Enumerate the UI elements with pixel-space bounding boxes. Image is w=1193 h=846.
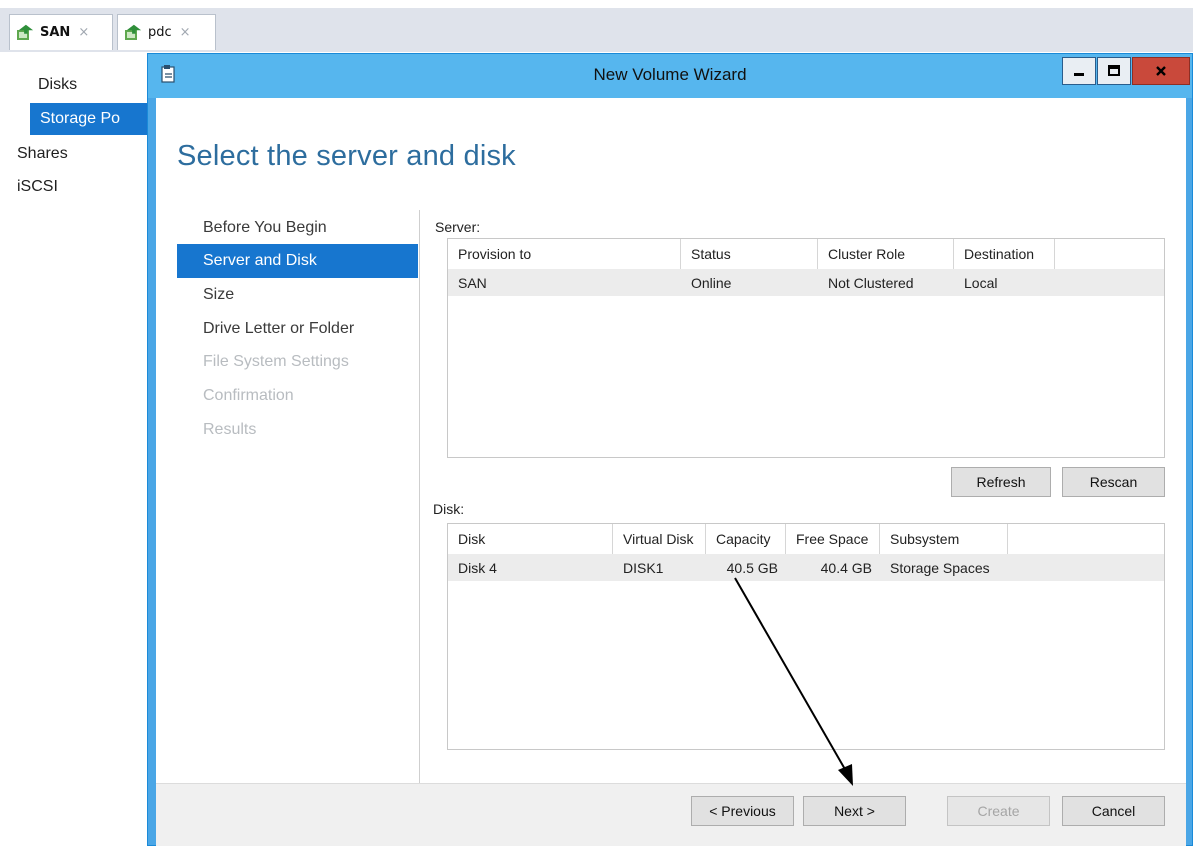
disk-grid-header: Disk Virtual Disk Capacity Free Space Su… <box>448 524 1164 554</box>
table-row[interactable]: SAN Online Not Clustered Local <box>448 269 1164 296</box>
create-button: Create <box>947 796 1050 826</box>
server-grid-header: Provision to Status Cluster Role Destina… <box>448 239 1164 269</box>
server-manager-icon <box>17 24 34 40</box>
cell-capacity: 40.5 GB <box>726 559 778 576</box>
minimize-icon <box>1074 73 1084 76</box>
cell-free-space: 40.4 GB <box>820 559 872 576</box>
disk-grid: Disk Virtual Disk Capacity Free Space Su… <box>447 523 1165 750</box>
tab-label: SAN <box>40 25 71 40</box>
maximize-icon <box>1108 65 1120 76</box>
column-header[interactable]: Free Space <box>786 524 880 554</box>
cell-subsystem: Storage Spaces <box>890 559 990 576</box>
divider <box>419 210 420 795</box>
cell-virtual-disk: DISK1 <box>623 559 664 576</box>
close-icon[interactable]: × <box>180 25 191 40</box>
step-results: Results <box>203 421 257 438</box>
disk-label: Disk: <box>433 501 465 517</box>
cell-destination: Local <box>964 274 998 291</box>
previous-button[interactable]: < Previous <box>691 796 794 826</box>
step-server-and-disk[interactable]: Server and Disk <box>177 244 418 278</box>
cell-provision-to: SAN <box>458 274 487 291</box>
step-file-system-settings: File System Settings <box>203 353 349 370</box>
column-header[interactable]: Capacity <box>706 524 786 554</box>
cell-disk: Disk 4 <box>458 559 497 576</box>
column-header[interactable]: Disk <box>448 524 613 554</box>
title-bar[interactable]: New Volume Wizard <box>148 54 1192 98</box>
rescan-button[interactable]: Rescan <box>1062 467 1165 497</box>
window-title: New Volume Wizard <box>593 65 747 84</box>
new-volume-wizard-window: New Volume Wizard Select the server and … <box>147 53 1193 846</box>
nav-item-iscsi[interactable]: iSCSI <box>0 171 148 203</box>
minimize-button[interactable] <box>1062 57 1096 85</box>
tab-label: pdc <box>148 25 172 40</box>
column-header[interactable]: Status <box>681 239 818 269</box>
step-drive-letter-or-folder[interactable]: Drive Letter or Folder <box>177 312 418 346</box>
server-manager-icon <box>125 24 142 40</box>
maximize-button[interactable] <box>1097 57 1131 85</box>
nav-item-shares[interactable]: Shares <box>0 138 148 170</box>
column-header[interactable]: Subsystem <box>880 524 1008 554</box>
step-size[interactable]: Size <box>177 278 418 312</box>
next-button[interactable]: Next > <box>803 796 906 826</box>
page-title: Select the server and disk <box>177 140 516 172</box>
column-header-filler <box>1055 239 1065 269</box>
nav-item-storage-pools[interactable]: Storage Po <box>30 103 148 135</box>
column-header[interactable]: Cluster Role <box>818 239 954 269</box>
tab-san[interactable]: SAN × <box>9 14 113 50</box>
close-icon[interactable]: × <box>78 25 89 40</box>
cancel-button[interactable]: Cancel <box>1062 796 1165 826</box>
close-button[interactable] <box>1132 57 1190 85</box>
table-row[interactable]: Disk 4 DISK1 40.5 GB 40.4 GB Storage Spa… <box>448 554 1164 581</box>
wizard-footer: < Previous Next > Create Cancel <box>156 783 1186 846</box>
nav-item-disks[interactable]: Disks <box>0 69 148 101</box>
column-header[interactable]: Virtual Disk <box>613 524 706 554</box>
column-header[interactable]: Destination <box>954 239 1055 269</box>
step-confirmation: Confirmation <box>203 387 294 404</box>
tab-bar: SAN × pdc × <box>0 0 1193 52</box>
left-navigation: Disks Storage Po Shares iSCSI <box>0 52 148 846</box>
wizard-content: Select the server and disk Before You Be… <box>156 98 1186 795</box>
tab-pdc[interactable]: pdc × <box>117 14 216 50</box>
server-label: Server: <box>435 219 481 235</box>
server-grid: Provision to Status Cluster Role Destina… <box>447 238 1165 458</box>
cell-cluster-role: Not Clustered <box>828 274 914 291</box>
refresh-button[interactable]: Refresh <box>951 467 1051 497</box>
column-header[interactable]: Provision to <box>448 239 681 269</box>
close-icon <box>1156 66 1166 76</box>
column-header-filler <box>1008 524 1018 554</box>
cell-status: Online <box>691 274 732 291</box>
step-before-you-begin[interactable]: Before You Begin <box>177 211 418 245</box>
